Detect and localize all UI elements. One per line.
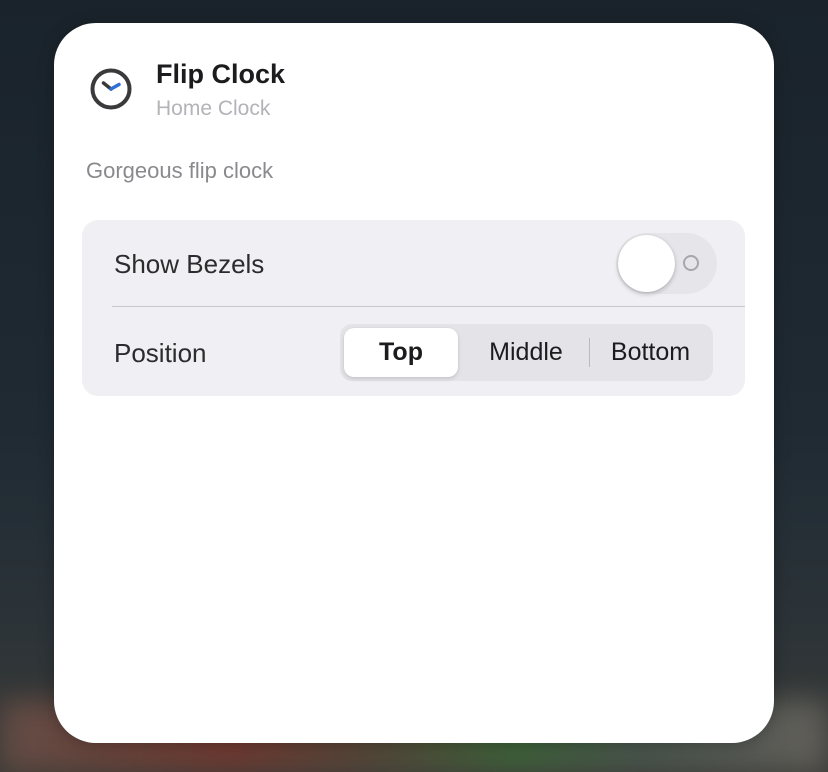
widget-title: Flip Clock — [156, 59, 286, 89]
widget-description: Gorgeous flip clock — [86, 158, 274, 183]
widget-config-card: Flip Clock Home Clock Gorgeous flip cloc… — [54, 23, 774, 743]
widget-app-name: Home Clock — [156, 97, 271, 120]
position-option-bottom[interactable]: Bottom — [592, 328, 709, 377]
position-segmented-control: Top Middle Bottom — [340, 324, 713, 381]
position-label: Position — [114, 338, 207, 368]
position-option-middle[interactable]: Middle — [464, 328, 588, 377]
show-bezels-label: Show Bezels — [114, 249, 265, 279]
segment-separator — [589, 338, 590, 367]
position-option-top[interactable]: Top — [344, 328, 458, 377]
show-bezels-toggle[interactable] — [616, 233, 717, 294]
toggle-knob — [618, 235, 675, 292]
settings-group: Show Bezels Position Top Middle Bottom — [82, 220, 745, 396]
clock-icon — [90, 68, 132, 110]
toggle-off-indicator-icon — [683, 255, 699, 271]
row-divider — [112, 306, 745, 307]
